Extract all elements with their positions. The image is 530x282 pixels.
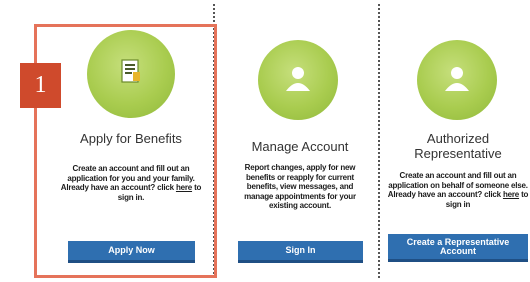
card-title: Authorized Representative (414, 131, 502, 161)
sign-in-link[interactable]: here (503, 190, 519, 199)
card-title: Manage Account (251, 139, 349, 154)
step-number-badge: 1 (20, 63, 61, 108)
card-description: Create an account and fill out an applic… (386, 171, 530, 209)
manage-icon-circle (258, 40, 338, 120)
user-icon (442, 63, 472, 98)
card-authorized-representative: Authorized Representative Create an acco… (386, 0, 530, 282)
divider-right (378, 4, 380, 278)
sign-in-button[interactable]: Sign In (238, 241, 363, 263)
create-representative-account-button[interactable]: Create a Representative Account (388, 234, 528, 262)
card-manage-account: Manage Account Report changes, apply for… (232, 0, 368, 282)
step-highlight-frame (34, 24, 217, 278)
representative-icon-circle (417, 40, 497, 120)
card-description: Report changes, apply for new benefits o… (244, 163, 356, 210)
user-icon (283, 63, 313, 98)
